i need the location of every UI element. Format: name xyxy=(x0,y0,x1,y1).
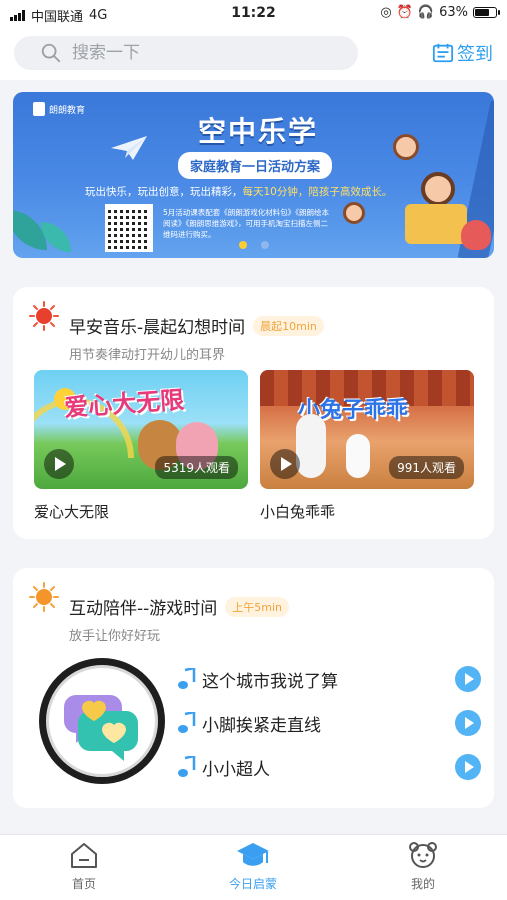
search-icon xyxy=(41,43,61,63)
lock-rotation-icon: ◎ xyxy=(380,5,392,20)
chat-heart-icon xyxy=(64,695,138,761)
song-name: 小小超人 xyxy=(202,759,270,780)
play-button[interactable] xyxy=(455,754,481,780)
top-header: 签到 xyxy=(0,28,507,80)
morning-music-section: 早安音乐-晨起幻想时间 晨起10min 用节奏律动打开幼儿的耳界 爱心大无限 5… xyxy=(13,287,494,539)
carousel-dot-active[interactable] xyxy=(239,241,247,249)
tab-label: 我的 xyxy=(410,877,435,891)
carousel-indicator[interactable] xyxy=(239,241,269,249)
battery-percent: 63% xyxy=(439,5,468,20)
checkin-label: 签到 xyxy=(457,44,493,65)
interactive-game-section: 互动陪伴--游戏时间 上午5min 放手让你好好玩 这个城市我说了算 小脚挨紧走… xyxy=(13,568,494,808)
video-art-title: 爱心大无限 xyxy=(63,385,186,423)
search-input[interactable] xyxy=(72,43,312,63)
tab-today-enlightenment[interactable]: 今日启蒙 xyxy=(193,841,313,892)
duration-tag: 上午5min xyxy=(225,596,290,617)
song-name: 这个城市我说了算 xyxy=(202,671,338,692)
flower-decoration xyxy=(461,220,491,250)
search-bar[interactable] xyxy=(14,36,358,70)
home-icon xyxy=(71,843,97,868)
rabbit-character xyxy=(296,414,326,478)
banner-title: 空中乐学 xyxy=(198,115,319,148)
banner-subtitle: 家庭教育一日活动方案 xyxy=(178,152,333,179)
brand-logo-icon xyxy=(33,102,45,116)
song-item[interactable]: 小小超人 xyxy=(176,752,481,782)
video-thumbnail[interactable]: 爱心大无限 5319人观看 xyxy=(34,370,248,489)
red-sun-icon xyxy=(29,301,59,331)
girl-illustration xyxy=(421,172,455,206)
banner-note: 5月活动课表配套《朗朗游戏化材料包》《朗朗绘本阅读》《朗朗思维游戏》，可用手机淘… xyxy=(163,208,330,239)
orange-sun-icon xyxy=(29,582,59,612)
video-caption[interactable]: 爱心大无限 xyxy=(34,501,109,522)
section-title: 早安音乐-晨起幻想时间 晨起10min xyxy=(69,313,324,338)
bottom-tab-bar: 首页 今日启蒙 我的 xyxy=(0,834,507,900)
graduation-cap-icon xyxy=(237,843,269,866)
music-note-icon xyxy=(176,712,198,734)
status-bar: 中国联通 4G 11:22 ◎ ⏰ 🎧 63% xyxy=(0,0,507,28)
headphones-icon: 🎧 xyxy=(417,5,435,20)
video-caption[interactable]: 小白兔乖乖 xyxy=(260,501,335,522)
status-right: ◎ ⏰ 🎧 63% xyxy=(380,5,500,20)
view-count: 5319人观看 xyxy=(155,456,238,479)
section-title: 互动陪伴--游戏时间 上午5min xyxy=(69,594,290,619)
duration-tag: 晨起10min xyxy=(253,315,324,336)
qr-code xyxy=(105,204,153,252)
music-note-icon xyxy=(176,756,198,778)
tab-label: 今日启蒙 xyxy=(228,877,277,891)
bear-face-icon xyxy=(409,842,437,868)
section-subtitle: 用节奏律动打开幼儿的耳界 xyxy=(69,348,226,363)
play-button[interactable] xyxy=(455,666,481,692)
tab-home[interactable]: 首页 xyxy=(24,841,144,892)
tab-label: 首页 xyxy=(71,877,96,891)
video-thumbnail[interactable]: 小兔子乖乖 991人观看 xyxy=(260,370,474,489)
child-illustration xyxy=(343,202,365,224)
chat-bubbles-illustration xyxy=(39,658,165,784)
section-subtitle: 放手让你好好玩 xyxy=(69,629,161,644)
song-item[interactable]: 这个城市我说了算 xyxy=(176,664,481,694)
view-count: 991人观看 xyxy=(389,456,464,479)
calendar-icon xyxy=(432,43,454,63)
promo-banner[interactable]: 朗朗教育 空中乐学 家庭教育一日活动方案 玩出快乐，玩出创意，玩出精彩，每天10… xyxy=(13,92,494,258)
alarm-icon: ⏰ xyxy=(396,5,413,20)
rabbit-character xyxy=(346,434,370,478)
song-item[interactable]: 小脚挨紧走直线 xyxy=(176,708,481,738)
music-note-icon xyxy=(176,668,198,690)
song-name: 小脚挨紧走直线 xyxy=(202,715,321,736)
book-illustration xyxy=(405,204,467,244)
boy-illustration xyxy=(393,134,419,160)
play-icon[interactable] xyxy=(44,449,74,479)
checkin-button[interactable]: 签到 xyxy=(432,40,493,66)
paper-plane-icon xyxy=(111,136,147,160)
play-button[interactable] xyxy=(455,710,481,736)
carousel-dot[interactable] xyxy=(261,241,269,249)
battery-icon xyxy=(473,7,500,18)
banner-brand: 朗朗教育 xyxy=(33,102,85,116)
tab-mine[interactable]: 我的 xyxy=(363,841,483,892)
play-icon[interactable] xyxy=(270,449,300,479)
banner-slogan: 玩出快乐，玩出创意，玩出精彩，每天10分钟，陪孩子高效成长。 xyxy=(85,186,393,198)
